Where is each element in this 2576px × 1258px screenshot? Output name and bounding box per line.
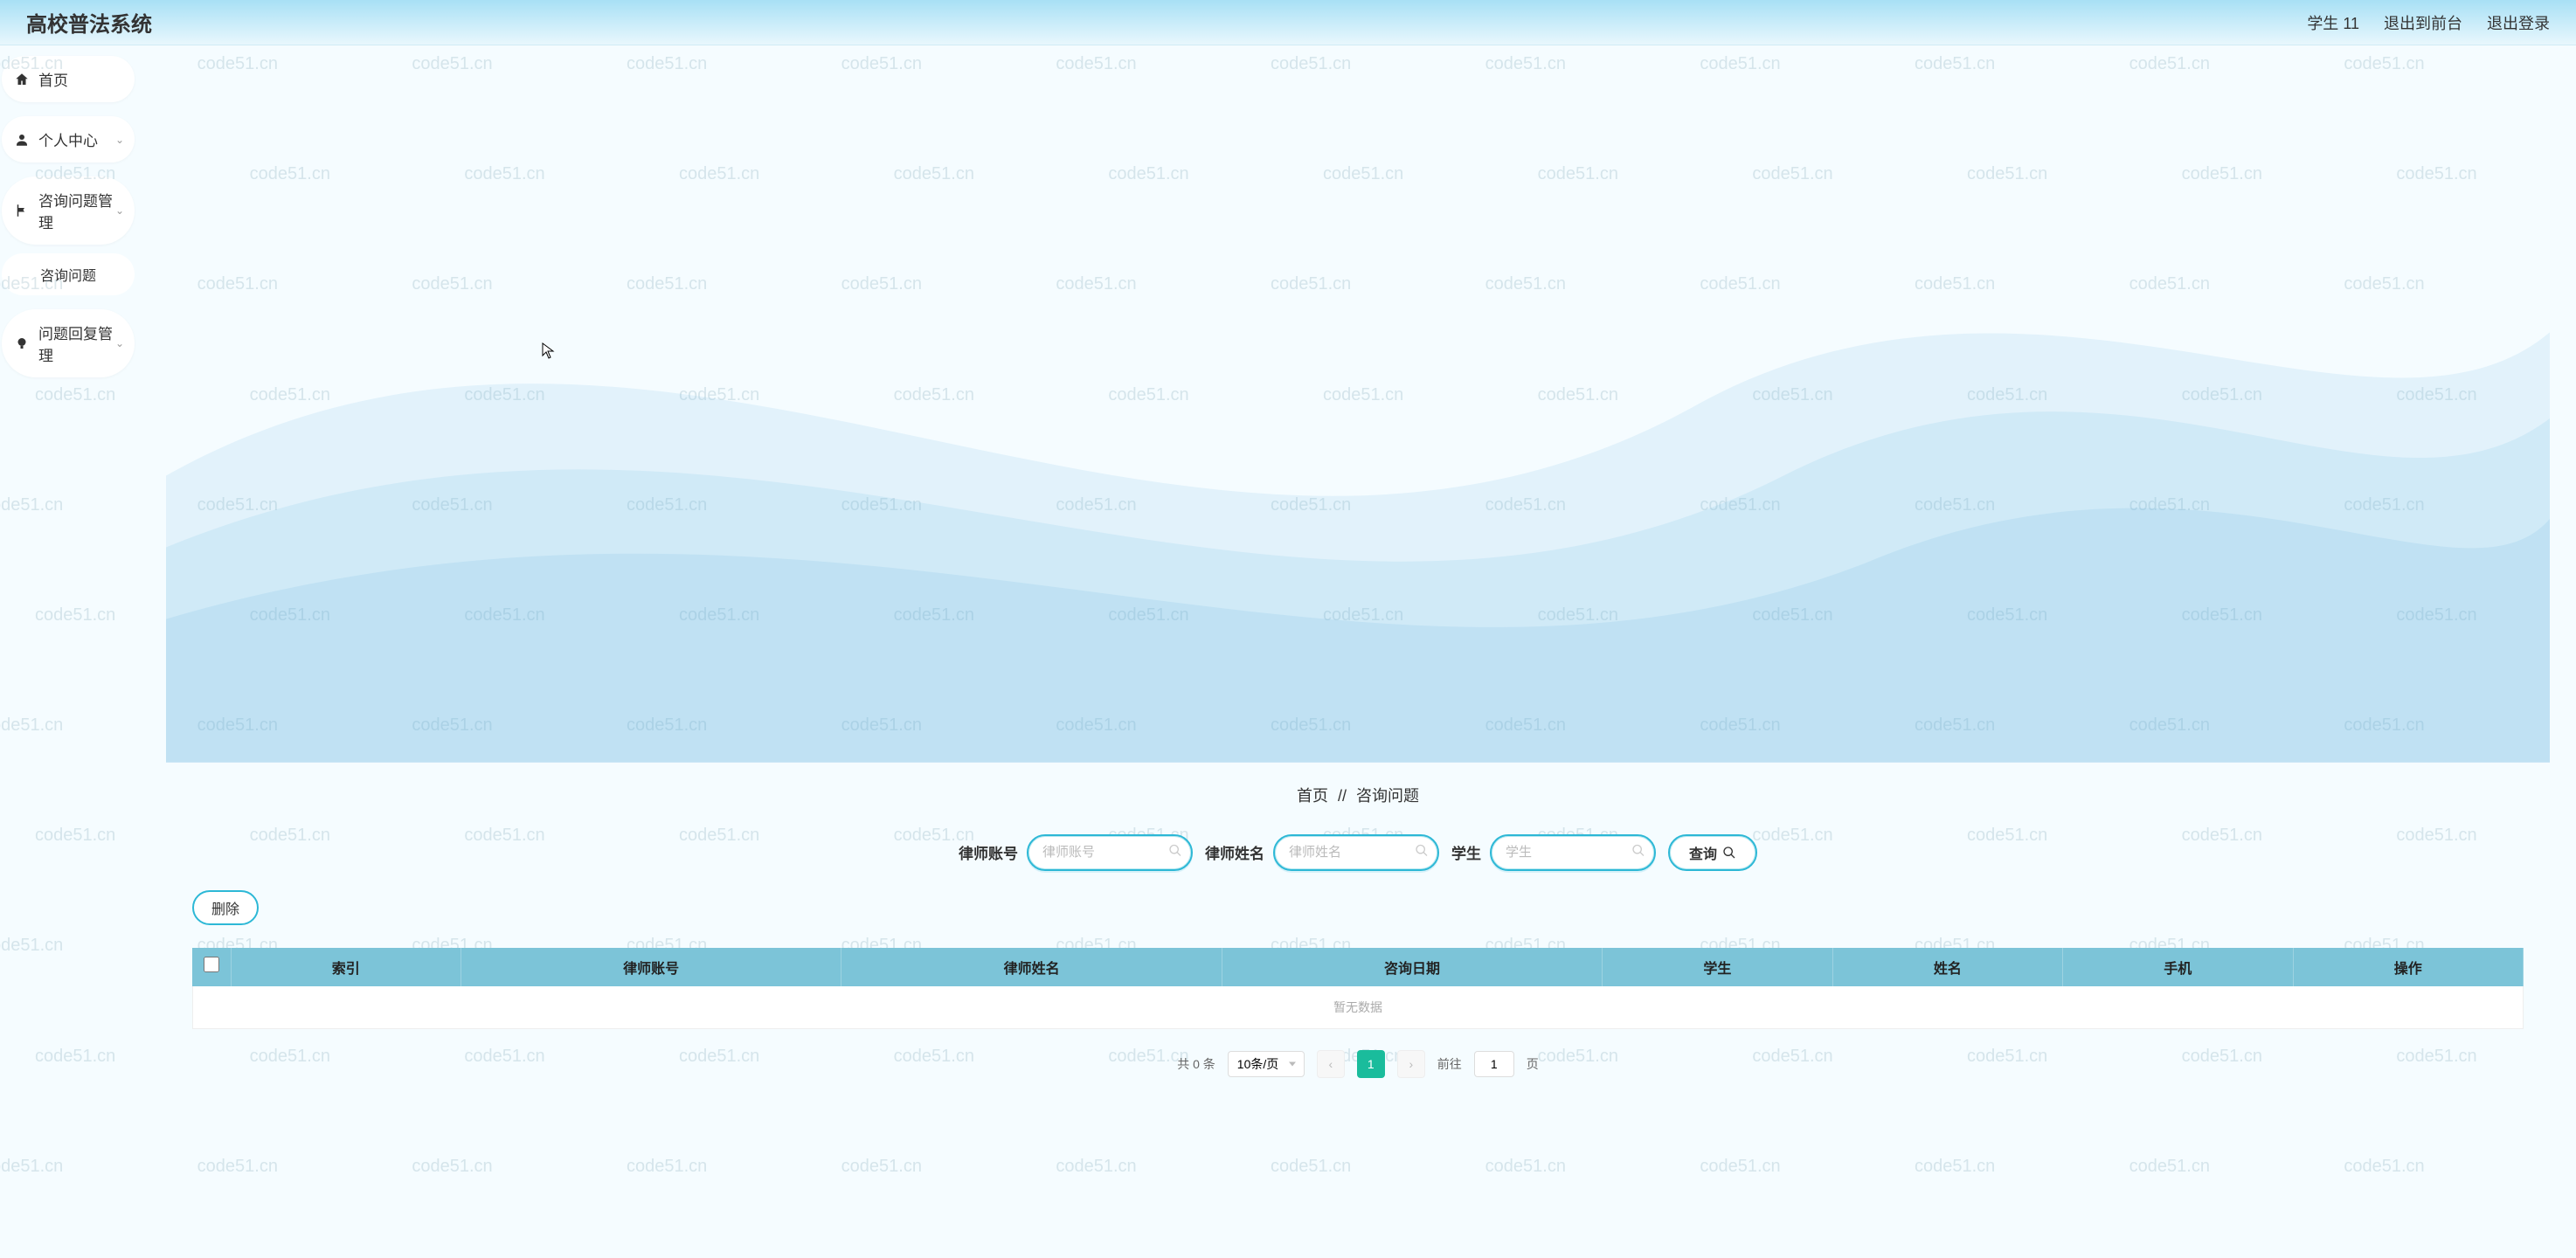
sidebar-item-label: 问题回复管理 (38, 321, 122, 365)
user-label[interactable]: 学生 11 (2307, 11, 2359, 34)
prev-page-button[interactable]: ‹ (1317, 1050, 1345, 1078)
filter-input-account[interactable] (1027, 834, 1193, 871)
breadcrumb-sep: // (1338, 787, 1347, 805)
filter-input-student[interactable] (1490, 834, 1656, 871)
table-wrap: 索引 律师账号 律师姓名 咨询日期 学生 姓名 手机 操作 暂无数据 (192, 948, 2524, 1029)
sidebar-item-reply-mgmt[interactable]: 问题回复管理 ⌄ (2, 309, 135, 377)
delete-button-label: 删除 (211, 902, 239, 917)
filter-label-student: 学生 (1451, 841, 1481, 863)
page-jump-input[interactable] (1474, 1051, 1514, 1077)
chevron-down-icon: ⌄ (115, 204, 124, 217)
filter-bar: 律师账号 律师姓名 (166, 819, 2550, 887)
sidebar-item-personal[interactable]: 个人中心 ⌄ (2, 116, 135, 162)
breadcrumb-home[interactable]: 首页 (1297, 787, 1328, 805)
filter-input-name[interactable] (1273, 834, 1439, 871)
jump-suffix: 页 (1527, 1055, 1539, 1073)
results-table: 索引 律师账号 律师姓名 咨询日期 学生 姓名 手机 操作 (192, 948, 2524, 986)
col-student: 学生 (1603, 948, 1832, 986)
home-icon (14, 72, 30, 87)
sidebar: 首页 个人中心 ⌄ 咨询问题管理 ⌄ 咨询问题 问题回复管理 (0, 45, 140, 1258)
select-all-checkbox[interactable] (204, 957, 219, 972)
sidebar-item-label: 咨询问题管理 (38, 189, 122, 232)
jump-text: 前往 (1437, 1055, 1462, 1073)
filter-label-name: 律师姓名 (1205, 841, 1264, 863)
logout-link[interactable]: 退出登录 (2487, 11, 2550, 34)
app-title: 高校普法系统 (26, 7, 152, 38)
table-empty-text: 暂无数据 (192, 986, 2524, 1029)
chevron-down-icon: ⌄ (115, 337, 124, 349)
sidebar-subitem-consult[interactable]: 咨询问题 (2, 253, 135, 295)
sidebar-item-label: 首页 (38, 68, 68, 90)
sidebar-item-home[interactable]: 首页 (2, 56, 135, 102)
breadcrumb-current: 咨询问题 (1356, 787, 1419, 805)
table-header-row: 索引 律师账号 律师姓名 咨询日期 学生 姓名 手机 操作 (192, 948, 2524, 986)
col-action: 操作 (2293, 948, 2523, 986)
total-text: 共 0 条 (1177, 1055, 1215, 1073)
breadcrumb: 首页 // 咨询问题 (166, 763, 2550, 819)
filter-label-account: 律师账号 (959, 841, 1018, 863)
col-account: 律师账号 (460, 948, 841, 986)
page-number[interactable]: 1 (1357, 1050, 1385, 1078)
delete-button[interactable]: 删除 (192, 890, 259, 925)
main-content: 首页 // 咨询问题 律师账号 律师姓名 (140, 45, 2576, 1258)
search-icon (1722, 846, 1736, 860)
sidebar-item-consult-mgmt[interactable]: 咨询问题管理 ⌄ (2, 176, 135, 245)
pagination: 共 0 条 10条/页 ‹ 1 › 前往 页 (166, 1029, 2550, 1099)
sidebar-item-label: 个人中心 (38, 128, 98, 150)
decorative-wave (166, 45, 2550, 763)
chevron-down-icon: ⌄ (115, 134, 124, 146)
header: 高校普法系统 学生 11 退出到前台 退出登录 (0, 0, 2576, 45)
next-page-button[interactable]: › (1397, 1050, 1425, 1078)
exit-to-front-link[interactable]: 退出到前台 (2384, 11, 2462, 34)
flag-icon (14, 203, 30, 218)
search-button[interactable]: 查询 (1668, 834, 1757, 871)
col-date: 咨询日期 (1222, 948, 1602, 986)
user-icon (14, 132, 30, 148)
search-button-label: 查询 (1689, 842, 1717, 863)
col-index: 索引 (231, 948, 460, 986)
col-name: 律师姓名 (841, 948, 1222, 986)
sidebar-subitem-label: 咨询问题 (40, 269, 96, 284)
col-realname: 姓名 (1832, 948, 2062, 986)
bulb-icon (14, 335, 30, 351)
col-phone: 手机 (2063, 948, 2293, 986)
header-right: 学生 11 退出到前台 退出登录 (2307, 11, 2550, 34)
cursor-icon (542, 342, 556, 360)
page-size-select[interactable]: 10条/页 (1228, 1051, 1305, 1077)
